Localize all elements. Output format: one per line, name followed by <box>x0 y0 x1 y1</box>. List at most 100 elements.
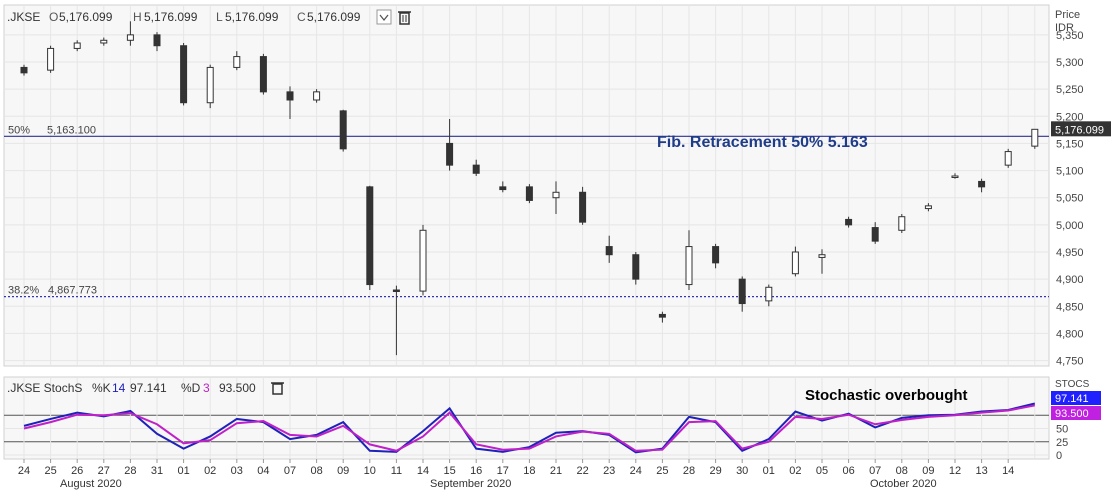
x-tick-label: 11 <box>391 465 402 477</box>
candle-body <box>605 246 613 256</box>
candle-body <box>871 227 879 242</box>
candle-body <box>818 254 826 258</box>
stoch-k-period: 14 <box>112 381 126 395</box>
x-tick-label: 10 <box>364 465 376 477</box>
candle-body <box>525 186 533 201</box>
price-tick-label: 5,350 <box>1056 30 1084 42</box>
candle-body <box>924 205 932 210</box>
k-value-badge: 97.141 <box>1051 391 1101 405</box>
price-tick-label: 5,000 <box>1056 220 1084 232</box>
stoch-d-label: %D <box>181 381 201 395</box>
k-badge-label: 97.141 <box>1055 393 1089 405</box>
candle-body <box>738 278 746 305</box>
x-tick-label: 07 <box>284 465 296 477</box>
symbol-label: .JKSE <box>7 10 40 24</box>
candle-body <box>791 251 799 275</box>
stoch-d-value: 93.500 <box>219 381 256 395</box>
candle-body <box>259 56 267 93</box>
open-value: 5,176.099 <box>59 10 113 24</box>
high-label: H <box>133 10 142 24</box>
candle-body <box>20 66 28 74</box>
x-tick-label: 25 <box>656 465 668 477</box>
x-tick-label: 22 <box>576 465 588 477</box>
x-tick-label: 28 <box>124 465 136 477</box>
x-tick-label: 09 <box>337 465 349 477</box>
x-tick-label: 27 <box>98 465 110 477</box>
x-tick-label: 05 <box>816 465 828 477</box>
x-tick-label: 02 <box>204 465 216 477</box>
x-tick-label: 25 <box>44 465 56 477</box>
x-tick-label: 16 <box>470 465 482 477</box>
x-tick-label: 30 <box>736 465 748 477</box>
price-panel-bg <box>3 4 1050 367</box>
x-tick-label: 13 <box>975 465 987 477</box>
price-tick-label: 5,050 <box>1056 193 1084 205</box>
stoch-k-value: 97.141 <box>130 381 167 395</box>
last-price-label: 5,176.099 <box>1055 124 1104 136</box>
x-tick-label: 23 <box>603 465 615 477</box>
candle-body <box>286 91 294 101</box>
candle-body <box>1004 151 1012 166</box>
price-tick-label: 5,300 <box>1056 57 1084 69</box>
price-tick-label: 4,850 <box>1056 301 1084 313</box>
candle-body <box>845 218 853 226</box>
price-tick-label: 4,750 <box>1056 356 1084 368</box>
x-tick-label: 24 <box>630 465 642 477</box>
x-tick-label: 24 <box>18 465 30 477</box>
x-tick-label: 29 <box>709 465 721 477</box>
candle-body <box>339 110 347 150</box>
fib-50-pct-label: 50% <box>8 124 30 136</box>
candle-body <box>579 191 587 223</box>
candle-body <box>446 142 454 166</box>
candle-body <box>712 246 720 264</box>
stoch-name: .JKSE StochS <box>7 381 82 395</box>
fib-38-pct-label: 38.2% <box>8 285 39 297</box>
candle-body <box>632 254 640 280</box>
candle-body <box>1031 128 1039 147</box>
stoch-annotation: Stochastic overbought <box>805 387 968 404</box>
d-badge-label: 93.500 <box>1055 408 1089 420</box>
candle-body <box>206 66 214 104</box>
candle-body <box>366 186 374 286</box>
close-value: 5,176.099 <box>307 10 361 24</box>
x-tick-label: 08 <box>896 465 908 477</box>
price-tick-label: 5,100 <box>1056 166 1084 178</box>
x-tick-label: 12 <box>949 465 961 477</box>
price-tick-label: 4,900 <box>1056 274 1084 286</box>
x-tick-label: 14 <box>417 465 429 477</box>
chart-root: .JKSE O 5,176.099 H 5,176.099 L 5,176.09… <box>0 0 1117 491</box>
x-tick-label: 18 <box>523 465 535 477</box>
high-value: 5,176.099 <box>144 10 198 24</box>
month-label-sep: September 2020 <box>430 478 511 490</box>
fib-38-value-label: 4,867.773 <box>48 285 97 297</box>
chart-canvas: .JKSE O 5,176.099 H 5,176.099 L 5,176.09… <box>3 4 1111 490</box>
candle-body <box>552 191 560 199</box>
candle-body <box>765 286 773 302</box>
stoch-tick-label: 25 <box>1056 437 1068 449</box>
candle-body <box>499 186 507 191</box>
x-tick-label: 31 <box>151 465 163 477</box>
price-axis-title: Price <box>1055 9 1080 21</box>
stoch-axis-title: STOCS <box>1055 379 1090 390</box>
month-labels: August 2020 September 2020 October 2020 <box>60 478 937 490</box>
close-label: C <box>297 10 306 24</box>
candle-body <box>658 313 666 318</box>
x-tick-label: 14 <box>1002 465 1014 477</box>
candle-body <box>978 180 986 188</box>
month-label-aug: August 2020 <box>60 478 122 490</box>
stoch-d-period: 3 <box>203 381 210 395</box>
x-tick-label: 06 <box>842 465 854 477</box>
x-tick-label: 21 <box>550 465 562 477</box>
fib-annotation: Fib. Retracement 50% 5.163 <box>657 134 868 151</box>
candle-body <box>73 42 81 49</box>
low-value: 5,176.099 <box>225 10 279 24</box>
price-axis-ticks: 4,750 4,800 4,850 4,900 4,950 5,000 5,050 5,100… <box>1056 30 1084 368</box>
x-tick-label: 04 <box>257 465 269 477</box>
candle-body <box>153 34 161 47</box>
fib-50-value-label: 5,163.100 <box>47 124 96 136</box>
stoch-legend: .JKSE StochS %K 14 97.141 %D 3 93.500 <box>7 381 256 395</box>
candle-body <box>685 246 693 286</box>
candle-body <box>419 229 427 292</box>
x-tick-label: 09 <box>922 465 934 477</box>
chevron-down-icon[interactable] <box>376 9 392 25</box>
